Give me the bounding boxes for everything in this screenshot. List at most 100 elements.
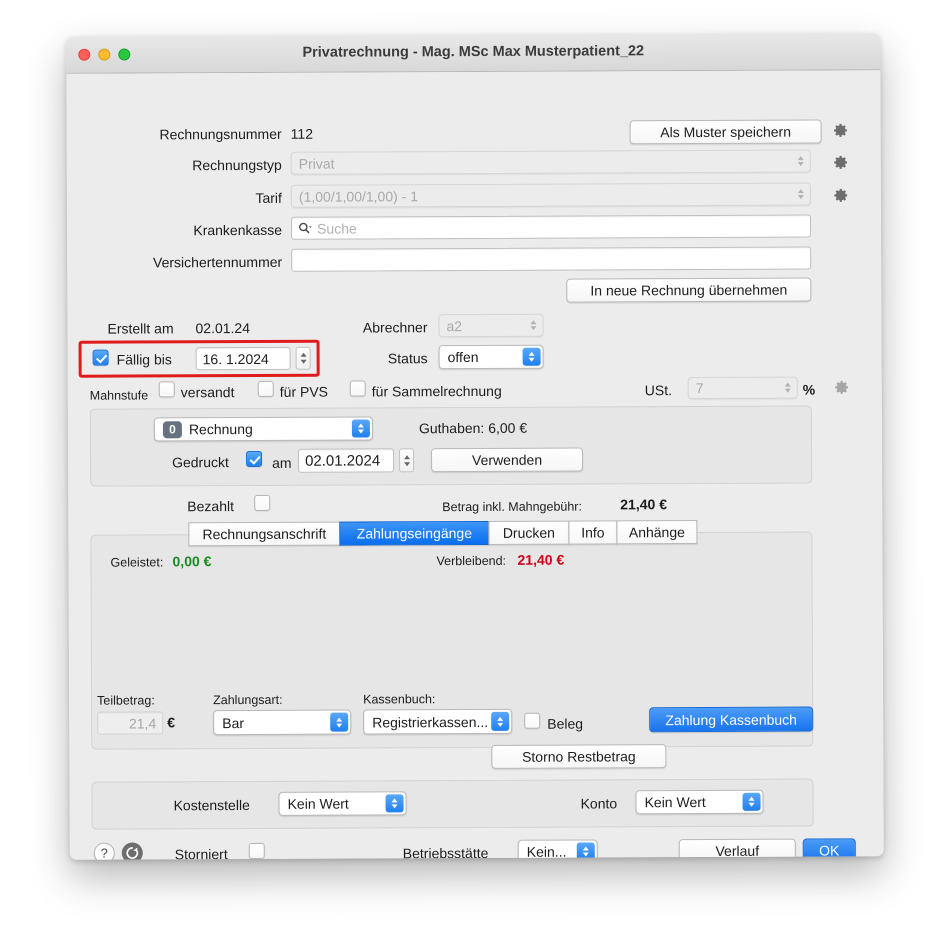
rechnungstyp-label: Rechnungstyp — [192, 156, 282, 174]
kassenbuch-value: Registrierkassen... — [372, 713, 489, 730]
ust-value: 7 — [695, 380, 704, 397]
betrag-label: Betrag inkl. Mahngebühr: — [442, 499, 582, 515]
gear-icon-tarif[interactable] — [831, 186, 849, 204]
verbleibend-label: Verbleibend: — [436, 553, 507, 569]
ust-percent-label: % — [802, 381, 816, 398]
chevron-updown-icon — [526, 315, 539, 336]
tab-label: Anhänge — [628, 524, 685, 541]
beleg-checkbox[interactable] — [524, 712, 541, 729]
bezahlt-checkbox[interactable] — [254, 494, 271, 511]
tab-anhaenge[interactable]: Anhänge — [616, 520, 698, 545]
tarif-value: (1,00/1,00/1,00) - 1 — [298, 187, 419, 205]
chevron-updown-icon — [330, 712, 349, 732]
status-popup-button[interactable]: offen — [438, 344, 544, 370]
versandt-checkbox[interactable] — [158, 381, 175, 398]
gear-icon-ust[interactable] — [832, 378, 850, 396]
abrechner-combobox[interactable]: a2 — [438, 313, 544, 338]
geleistet-label: Geleistet: — [110, 555, 164, 570]
konto-popup-button[interactable]: Kein Wert — [635, 789, 764, 815]
window-titlebar: Privatrechnung - Mag. MSc Max Musterpati… — [66, 33, 881, 74]
gear-icon-rechnungstyp[interactable] — [831, 153, 849, 171]
ust-combobox[interactable]: 7 — [687, 376, 798, 400]
faellig-bis-stepper[interactable] — [295, 346, 311, 370]
faellig-bis-date-input[interactable]: 16. 1.2024 — [195, 346, 291, 371]
zahlung-kassenbuch-button[interactable]: Zahlung Kassenbuch — [649, 706, 814, 733]
abrechner-label: Abrechner — [362, 319, 428, 336]
dialog-content: Rechnungsnummer 112 Als Muster speichern… — [66, 70, 884, 860]
refresh-icon[interactable] — [121, 842, 143, 860]
save-as-template-button[interactable]: Als Muster speichern — [629, 119, 822, 145]
fuer-pvs-checkbox[interactable] — [257, 380, 274, 397]
tab-label: Zahlungseingänge — [356, 525, 473, 542]
help-button[interactable]: ? — [93, 842, 115, 860]
chevron-updown-icon — [385, 794, 404, 813]
konto-value: Kein Wert — [644, 793, 706, 811]
ust-label: USt. — [644, 382, 673, 399]
krankenkasse-label: Krankenkasse — [193, 221, 283, 239]
ok-button[interactable]: OK — [802, 838, 856, 860]
abrechner-value: a2 — [446, 317, 463, 334]
zahlungsart-label: Zahlungsart: — [213, 692, 283, 708]
status-value: offen — [447, 348, 479, 366]
erstellt-am-value: 02.01.24 — [195, 319, 251, 337]
betriebsstaette-value: Kein... — [526, 843, 567, 860]
storno-restbetrag-button[interactable]: Storno Restbetrag — [491, 744, 667, 769]
tab-rechnungsanschrift[interactable]: Rechnungsanschrift — [188, 521, 341, 547]
guthaben-label: Guthaben: 6,00 € — [418, 419, 528, 437]
document-type-popup-button[interactable]: 0 Rechnung — [153, 416, 373, 442]
mahnstufe-label: Mahnstufe — [89, 388, 149, 403]
gear-icon-rechnungsnummer[interactable] — [831, 121, 849, 139]
faellig-bis-label: Fällig bis — [116, 351, 172, 368]
gedruckt-date-input[interactable]: 02.01.2024 — [298, 448, 395, 473]
fuer-sammelrechnung-checkbox[interactable] — [349, 380, 366, 397]
versichertennummer-input[interactable] — [291, 246, 812, 272]
chevron-updown-icon — [781, 378, 794, 398]
storniert-label: Storniert — [174, 846, 228, 860]
tarif-combobox[interactable]: (1,00/1,00/1,00) - 1 — [290, 182, 811, 208]
verlauf-button[interactable]: Verlauf — [678, 838, 796, 860]
teilbetrag-value: 21,4 — [128, 714, 157, 732]
gedruckt-label: Gedruckt — [172, 454, 229, 471]
transfer-to-new-invoice-button[interactable]: In neue Rechnung übernehmen — [566, 277, 812, 303]
versandt-label: versandt — [180, 384, 235, 401]
bezahlt-label: Bezahlt — [187, 498, 234, 515]
am-label: am — [272, 454, 292, 471]
kostenstelle-value: Kein Wert — [287, 795, 349, 812]
krankenkasse-search-input[interactable]: Suche — [290, 214, 812, 240]
chevron-updown-icon — [794, 151, 807, 172]
zahlungsart-popup-button[interactable]: Bar — [213, 709, 352, 736]
chevron-updown-icon — [522, 347, 541, 366]
tab-info[interactable]: Info — [568, 520, 618, 545]
rechnungstyp-combobox[interactable]: Privat — [290, 149, 811, 175]
teilbetrag-input[interactable]: 21,4 — [97, 711, 164, 735]
kostenstelle-popup-button[interactable]: Kein Wert — [278, 791, 407, 816]
tarif-label: Tarif — [255, 189, 282, 206]
search-icon — [298, 221, 313, 235]
betriebsstaette-popup-button[interactable]: Kein... — [517, 839, 598, 860]
tab-label: Info — [581, 524, 605, 541]
rechnungstyp-value: Privat — [298, 155, 335, 172]
betriebsstaette-label: Betriebsstätte — [402, 844, 489, 860]
tab-drucken[interactable]: Drucken — [488, 520, 570, 545]
kassenbuch-popup-button[interactable]: Registrierkassen... — [363, 708, 513, 735]
verbleibend-value: 21,40 € — [517, 551, 565, 568]
gedruckt-date-value: 02.01.2024 — [305, 451, 381, 470]
fuer-pvs-label: für PVS — [279, 383, 329, 400]
faellig-bis-checkbox[interactable] — [92, 349, 109, 366]
gedruckt-checkbox[interactable] — [246, 450, 263, 467]
gedruckt-date-stepper[interactable] — [399, 448, 415, 473]
fuer-sammelrechnung-label: für Sammelrechnung — [371, 382, 502, 400]
verwenden-button[interactable]: Verwenden — [431, 447, 584, 473]
versichertennummer-label: Versichertennummer — [152, 253, 283, 271]
kassenbuch-label: Kassenbuch: — [363, 692, 436, 707]
rechnungsnummer-label: Rechnungsnummer — [159, 125, 282, 143]
chevron-updown-icon — [576, 842, 595, 860]
invoice-dialog-window: Privatrechnung - Mag. MSc Max Musterpati… — [66, 33, 884, 860]
chevron-updown-icon — [351, 419, 370, 438]
beleg-label: Beleg — [547, 715, 584, 732]
window-title: Privatrechnung - Mag. MSc Max Musterpati… — [302, 43, 645, 61]
euro-label: € — [167, 714, 176, 731]
tab-zahlungseingaenge[interactable]: Zahlungseingänge — [339, 520, 490, 546]
storniert-checkbox[interactable] — [248, 842, 265, 859]
kostenstelle-label: Kostenstelle — [173, 796, 250, 814]
